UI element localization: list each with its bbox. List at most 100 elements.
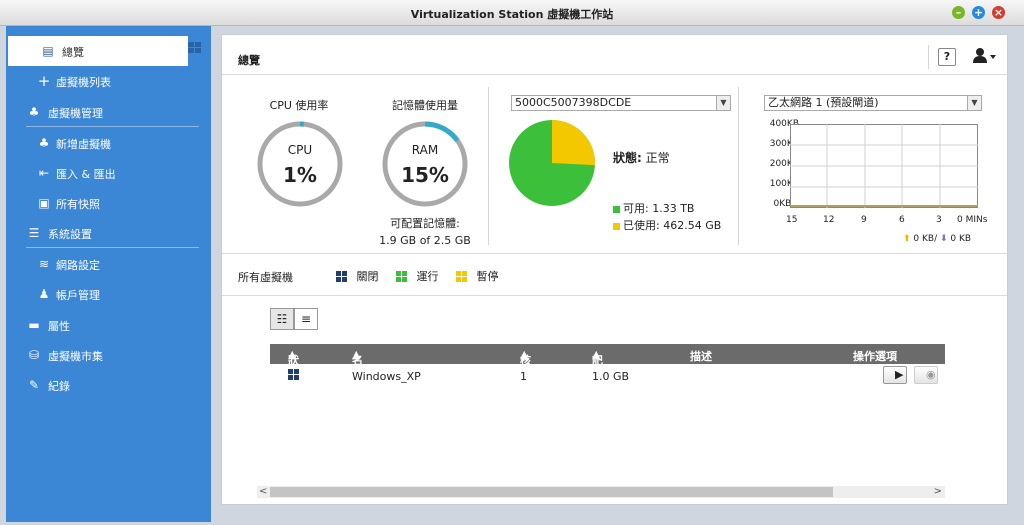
- user-menu-button[interactable]: [972, 47, 996, 65]
- section-divider: [738, 87, 739, 245]
- view-toggle-icon[interactable]: [188, 42, 202, 54]
- header-cores[interactable]: 核心數 ▲: [520, 348, 531, 399]
- storage-status-label: 狀態:: [613, 151, 642, 165]
- minimize-icon[interactable]: –: [952, 6, 965, 19]
- sidebar-item-market[interactable]: ⛁ 虛擬機市集: [6, 340, 211, 370]
- scroll-left-icon[interactable]: <: [259, 486, 267, 498]
- section-divider: [488, 87, 489, 245]
- cpu-title: CPU 使用率: [269, 99, 329, 112]
- list-view-button[interactable]: ≡: [294, 308, 318, 330]
- eye-icon: ◉: [926, 368, 936, 381]
- network-icon: ≋: [38, 257, 50, 271]
- storage-status-value: 正常: [645, 151, 670, 165]
- sidebar: ▤ 總覽 + 虛擬機列表 ♣ 虛擬機管理 ♣ 新增虛擬機 ⇤ 匯入 & 匯出 ▣…: [6, 26, 211, 522]
- scrollbar-thumb[interactable]: [270, 487, 833, 497]
- sidebar-item-overview[interactable]: ▤ 總覽: [8, 36, 188, 66]
- ram-label: RAM: [411, 143, 439, 157]
- play-icon: ▶: [895, 368, 904, 381]
- storage-status: 狀態: 正常: [613, 149, 670, 166]
- paused-icon: [456, 271, 468, 283]
- sidebar-item-label: 系統設置: [48, 228, 92, 241]
- available-swatch: [613, 205, 620, 213]
- net-x-tick: 6: [899, 215, 905, 225]
- storage-pie-chart: [509, 120, 595, 206]
- download-value: 0 KB: [950, 234, 972, 244]
- network-select[interactable]: 乙太網路 1 (預設閘道) ▼: [764, 95, 982, 111]
- detail-view-button[interactable]: ☷: [270, 308, 294, 330]
- sidebar-item-system-settings[interactable]: ☰ 系統設置: [6, 218, 211, 248]
- header-description[interactable]: 描述: [690, 348, 712, 364]
- net-x-tick: 12: [823, 215, 835, 225]
- user-icon: [973, 48, 996, 63]
- overview-icon: ▤: [42, 44, 54, 58]
- list-detail-icon: ☷: [276, 312, 288, 326]
- upload-value: 0 KB/: [913, 234, 938, 244]
- vm-table-header: 狀態 ▲ 名稱 ▲ 核心數 ▲ 記憶體 ▲ 描述 操作選項: [270, 344, 945, 399]
- storage-select-value: 5000C5007398DCDE: [515, 96, 632, 109]
- sidebar-item-add-vm[interactable]: ♣ 新增虛擬機: [6, 128, 211, 158]
- help-button[interactable]: ?: [938, 48, 956, 66]
- header-name[interactable]: 名稱 ▲: [352, 348, 363, 383]
- header-actions: 操作選項: [853, 350, 897, 363]
- sidebar-item-label: 虛擬機管理: [48, 107, 103, 120]
- title-bar: Virtualization Station 虛擬機工作站 – + ×: [0, 0, 1024, 26]
- maximize-icon[interactable]: +: [972, 6, 985, 19]
- sidebar-item-properties[interactable]: ▬ 屬性: [6, 310, 211, 340]
- sidebar-item-label: 所有快照: [56, 198, 100, 211]
- vm-status-stopped-icon: [288, 369, 300, 381]
- ram-value: 15%: [401, 163, 449, 187]
- table-row[interactable]: Windows_XP 1 1.0 GB ▶ ◉: [270, 366, 945, 388]
- network-select-value: 乙太網路 1 (預設閘道): [768, 96, 879, 109]
- available-label: 可用:: [623, 202, 649, 215]
- close-icon[interactable]: ×: [992, 6, 1005, 19]
- sidebar-item-import-export[interactable]: ⇤ 匯入 & 匯出: [6, 158, 211, 188]
- net-x-tick: 3: [936, 215, 942, 225]
- stopped-icon: [336, 271, 348, 283]
- used-swatch: [613, 222, 620, 230]
- sidebar-item-label: 虛擬機列表: [56, 76, 111, 89]
- net-traffic: ⬆ 0 KB/ ⬇ 0 KB: [903, 234, 971, 244]
- net-chart-plot: [790, 124, 978, 208]
- net-x-tick: 9: [861, 215, 867, 225]
- sidebar-item-vm-manage[interactable]: ♣ 虛擬機管理: [6, 97, 211, 127]
- horizontal-scrollbar[interactable]: < >: [257, 486, 945, 498]
- download-arrow-icon: ⬇: [940, 234, 948, 244]
- plus-icon: +: [37, 72, 51, 90]
- properties-icon: ▬: [28, 318, 40, 332]
- sidebar-item-label: 虛擬機市集: [48, 350, 103, 363]
- sidebar-item-vm-list[interactable]: + 虛擬機列表: [6, 66, 211, 96]
- storage-available: 可用: 1.33 TB: [613, 200, 694, 216]
- start-vm-button[interactable]: ▶: [883, 366, 907, 384]
- legend-label: 關閉: [356, 270, 379, 283]
- storage-select[interactable]: 5000C5007398DCDE ▼: [511, 95, 731, 111]
- add-vm-icon: ♣: [38, 136, 50, 150]
- legend-stopped: 關閉: [336, 268, 379, 284]
- main-panel: 總覽 ? CPU 使用率 CPU 1% 記憶體使用量 RAM 15% 可配置記憶…: [221, 34, 1008, 505]
- sidebar-item-label: 新增虛擬機: [56, 138, 111, 151]
- scroll-right-icon[interactable]: >: [934, 486, 942, 498]
- vm-cores: 1: [520, 370, 527, 383]
- sidebar-divider: [26, 247, 199, 248]
- vm-manage-icon: ♣: [28, 105, 40, 119]
- legend-paused: 暫停: [456, 268, 499, 284]
- header-memory[interactable]: 記憶體 ▲: [592, 348, 603, 399]
- storage-used-slice: [552, 120, 595, 166]
- legend-label: 暫停: [476, 270, 499, 283]
- sidebar-divider: [26, 126, 199, 127]
- ram-note-label: 可配置記憶體:: [390, 217, 460, 230]
- sidebar-item-network[interactable]: ≋ 網路設定: [6, 249, 211, 279]
- snapshot-icon: ▣: [38, 196, 50, 210]
- sidebar-item-accounts[interactable]: ♟ 帳戶管理: [6, 279, 211, 309]
- header-status[interactable]: 狀態 ▲: [288, 348, 299, 383]
- import-export-icon: ⇤: [38, 166, 50, 180]
- legend-label: 運行: [416, 270, 439, 283]
- list-icon: ≡: [300, 312, 312, 326]
- all-vms-title: 所有虛擬機: [238, 271, 293, 284]
- available-value: 1.33 TB: [652, 202, 695, 215]
- ram-note-value: 1.9 GB of 2.5 GB: [379, 234, 471, 247]
- sidebar-item-snapshots[interactable]: ▣ 所有快照: [6, 188, 211, 218]
- view-console-button[interactable]: ◉: [914, 366, 938, 384]
- sidebar-item-logs[interactable]: ✎ 紀錄: [6, 370, 211, 400]
- log-icon: ✎: [28, 378, 40, 392]
- ram-title: 記憶體使用量: [392, 99, 458, 112]
